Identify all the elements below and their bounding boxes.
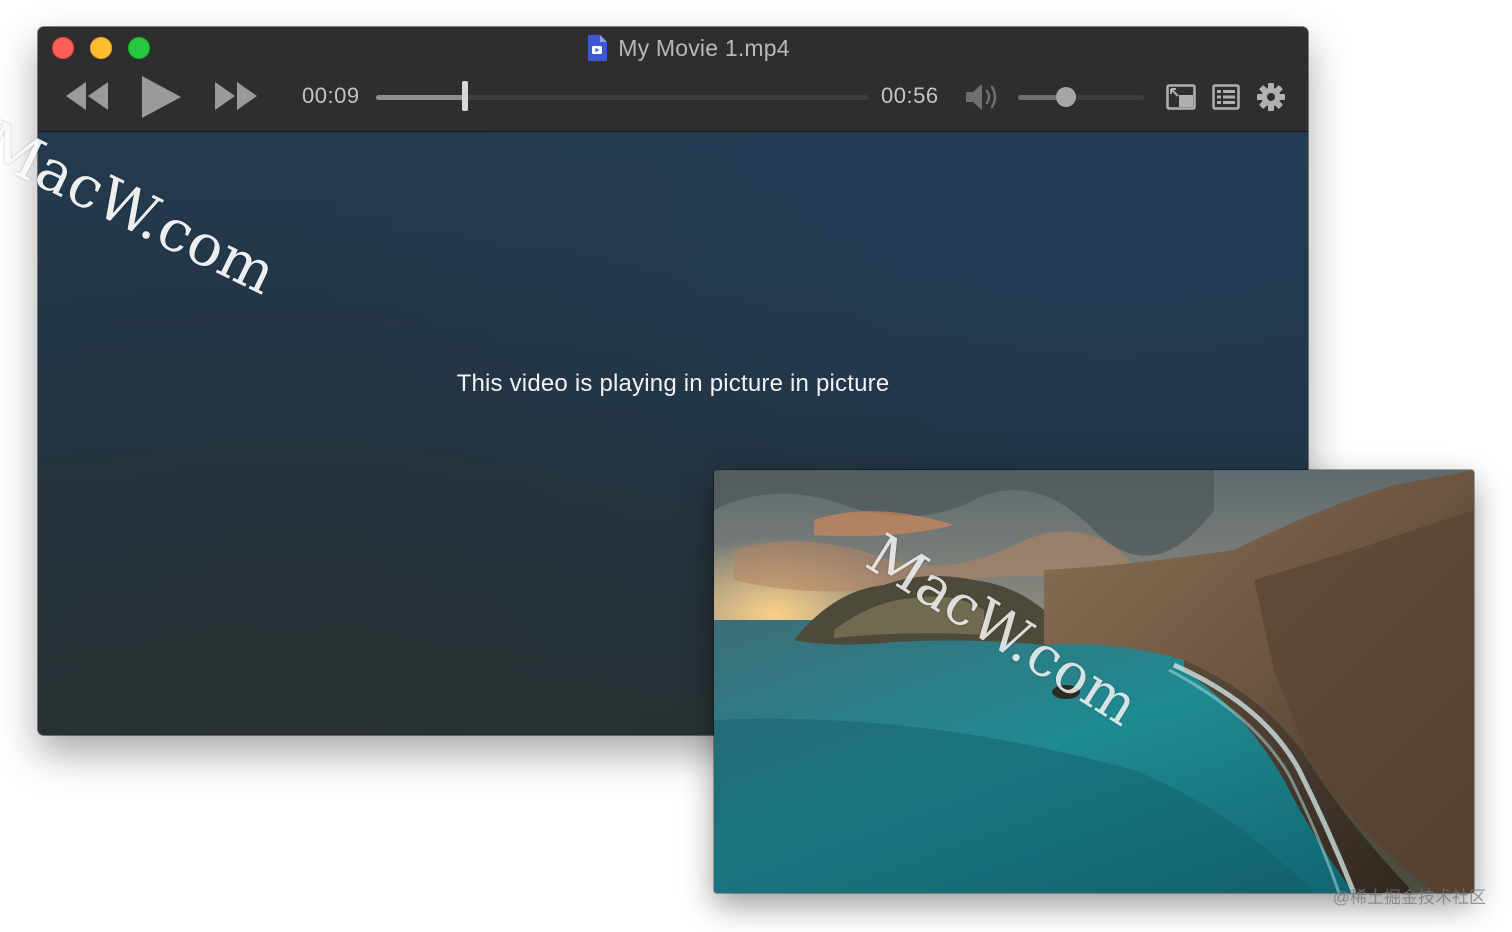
seek-handle[interactable]: [461, 81, 468, 111]
volume-slider[interactable]: [1018, 95, 1144, 100]
gear-icon[interactable]: [1256, 82, 1286, 112]
source-credit: @稀土掘金技术社区: [1332, 888, 1486, 907]
window-title: My Movie 1.mp4: [618, 34, 790, 61]
titlebar: My Movie 1.mp4 00:09 00:56: [38, 27, 1308, 132]
current-time: 00:09: [302, 83, 360, 108]
seek-bar[interactable]: [376, 95, 868, 100]
pip-video-frame: [714, 470, 1474, 893]
seek-progress: [376, 95, 465, 100]
video-file-icon: [588, 35, 608, 61]
fast-forward-button[interactable]: [212, 79, 260, 113]
title-area: My Movie 1.mp4: [38, 33, 1308, 63]
play-button[interactable]: [138, 73, 184, 121]
rewind-icon: [66, 82, 108, 110]
fast-forward-icon: [215, 82, 257, 110]
volume-handle[interactable]: [1055, 87, 1076, 107]
speaker-volume-icon[interactable]: [964, 82, 1000, 112]
duration: 00:56: [881, 83, 939, 108]
pip-window[interactable]: [714, 470, 1474, 893]
rewind-button[interactable]: [64, 79, 110, 113]
playlist-icon[interactable]: [1212, 84, 1240, 110]
play-icon: [142, 76, 181, 118]
pip-message: This video is playing in picture in pict…: [456, 370, 890, 397]
picture-in-picture-icon[interactable]: [1166, 84, 1196, 110]
